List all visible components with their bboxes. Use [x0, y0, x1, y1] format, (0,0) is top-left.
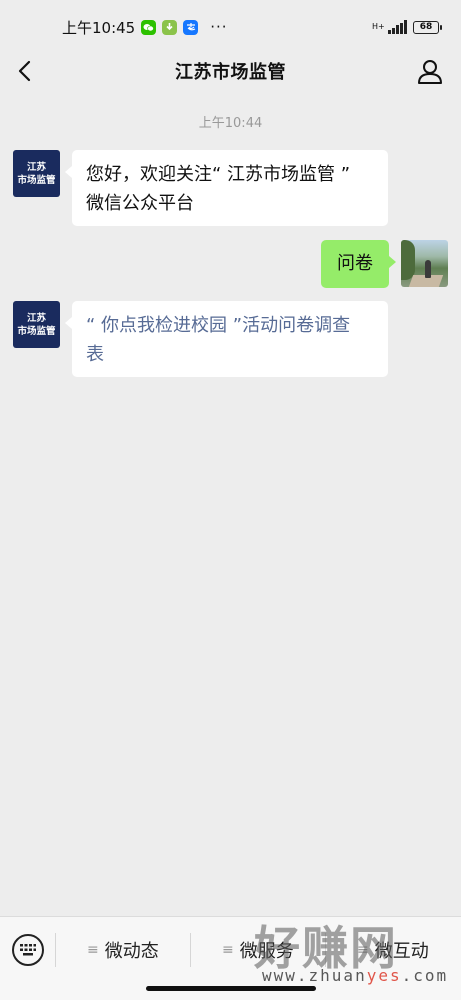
message-text-line: 微信公众平台: [86, 193, 194, 214]
download-icon: [162, 19, 178, 35]
menu-item-weidongtai[interactable]: ≡ 微动态: [87, 935, 159, 965]
menu-icon: ≡: [222, 942, 234, 958]
battery-icon: 68: [413, 20, 442, 34]
divider: [190, 933, 191, 967]
avatar[interactable]: 江苏 市场监管: [13, 150, 60, 197]
menu-item-label: 微互动: [374, 941, 429, 962]
menu-icon: ≡: [357, 942, 369, 958]
avatar-text: 市场监管: [17, 325, 56, 337]
alipay-icon: [183, 19, 199, 35]
status-time: 上午10:45: [62, 18, 136, 37]
message-row: 江苏 市场监管 “ 你点我检进校园 ”活动问卷调查 表: [13, 301, 388, 377]
avatar-text: 江苏: [26, 161, 46, 173]
message-bubble[interactable]: 问卷: [321, 240, 396, 288]
keyboard-icon[interactable]: [12, 934, 44, 966]
avatar[interactable]: 江苏 市场监管: [13, 301, 60, 348]
message-text: 问卷: [337, 253, 373, 274]
person-icon[interactable]: [417, 57, 443, 85]
menu-item-weifuwu[interactable]: ≡ 微服务: [222, 935, 294, 965]
survey-link[interactable]: “ 你点我检进校园 ”活动问卷调查 表: [65, 301, 388, 377]
nav-bar: 江苏市场监管: [0, 54, 461, 88]
page-title: 江苏市场监管: [175, 62, 286, 83]
status-bar: 上午10:45 ··· H+ 68: [0, 0, 461, 54]
message-timestamp: 上午10:44: [198, 116, 263, 131]
avatar-text: 江苏: [26, 312, 46, 324]
message-row: 问卷: [321, 240, 448, 288]
message-text-line: 表: [86, 344, 104, 365]
menu-item-label: 微动态: [104, 941, 159, 962]
message-text-line: “ 你点我检进校园 ”活动问卷调查: [86, 315, 351, 336]
menu-item-weihudong[interactable]: ≡ 微互动: [357, 935, 429, 965]
signal-icon: [388, 20, 407, 34]
wechat-icon: [141, 19, 157, 35]
chat-area[interactable]: 上午10:44 江苏 市场监管 您好，欢迎关注“ 江苏市场监管 ” 微信公众平台…: [0, 100, 461, 910]
divider: [325, 933, 326, 967]
message-text-line: 您好，欢迎关注“ 江苏市场监管 ”: [86, 164, 351, 185]
avatar[interactable]: [401, 240, 448, 287]
chevron-left-icon[interactable]: [12, 56, 36, 86]
divider: [55, 933, 56, 967]
message-row: 江苏 市场监管 您好，欢迎关注“ 江苏市场监管 ” 微信公众平台: [13, 150, 388, 226]
avatar-text: 市场监管: [17, 174, 56, 186]
menu-item-label: 微服务: [239, 941, 294, 962]
status-right-group: H+ 68: [372, 20, 442, 34]
message-bubble[interactable]: 您好，欢迎关注“ 江苏市场监管 ” 微信公众平台: [65, 150, 388, 226]
more-notifications-icon: ···: [210, 18, 228, 36]
home-indicator[interactable]: [146, 986, 316, 991]
network-type: H+: [372, 22, 385, 31]
menu-icon: ≡: [87, 942, 99, 958]
